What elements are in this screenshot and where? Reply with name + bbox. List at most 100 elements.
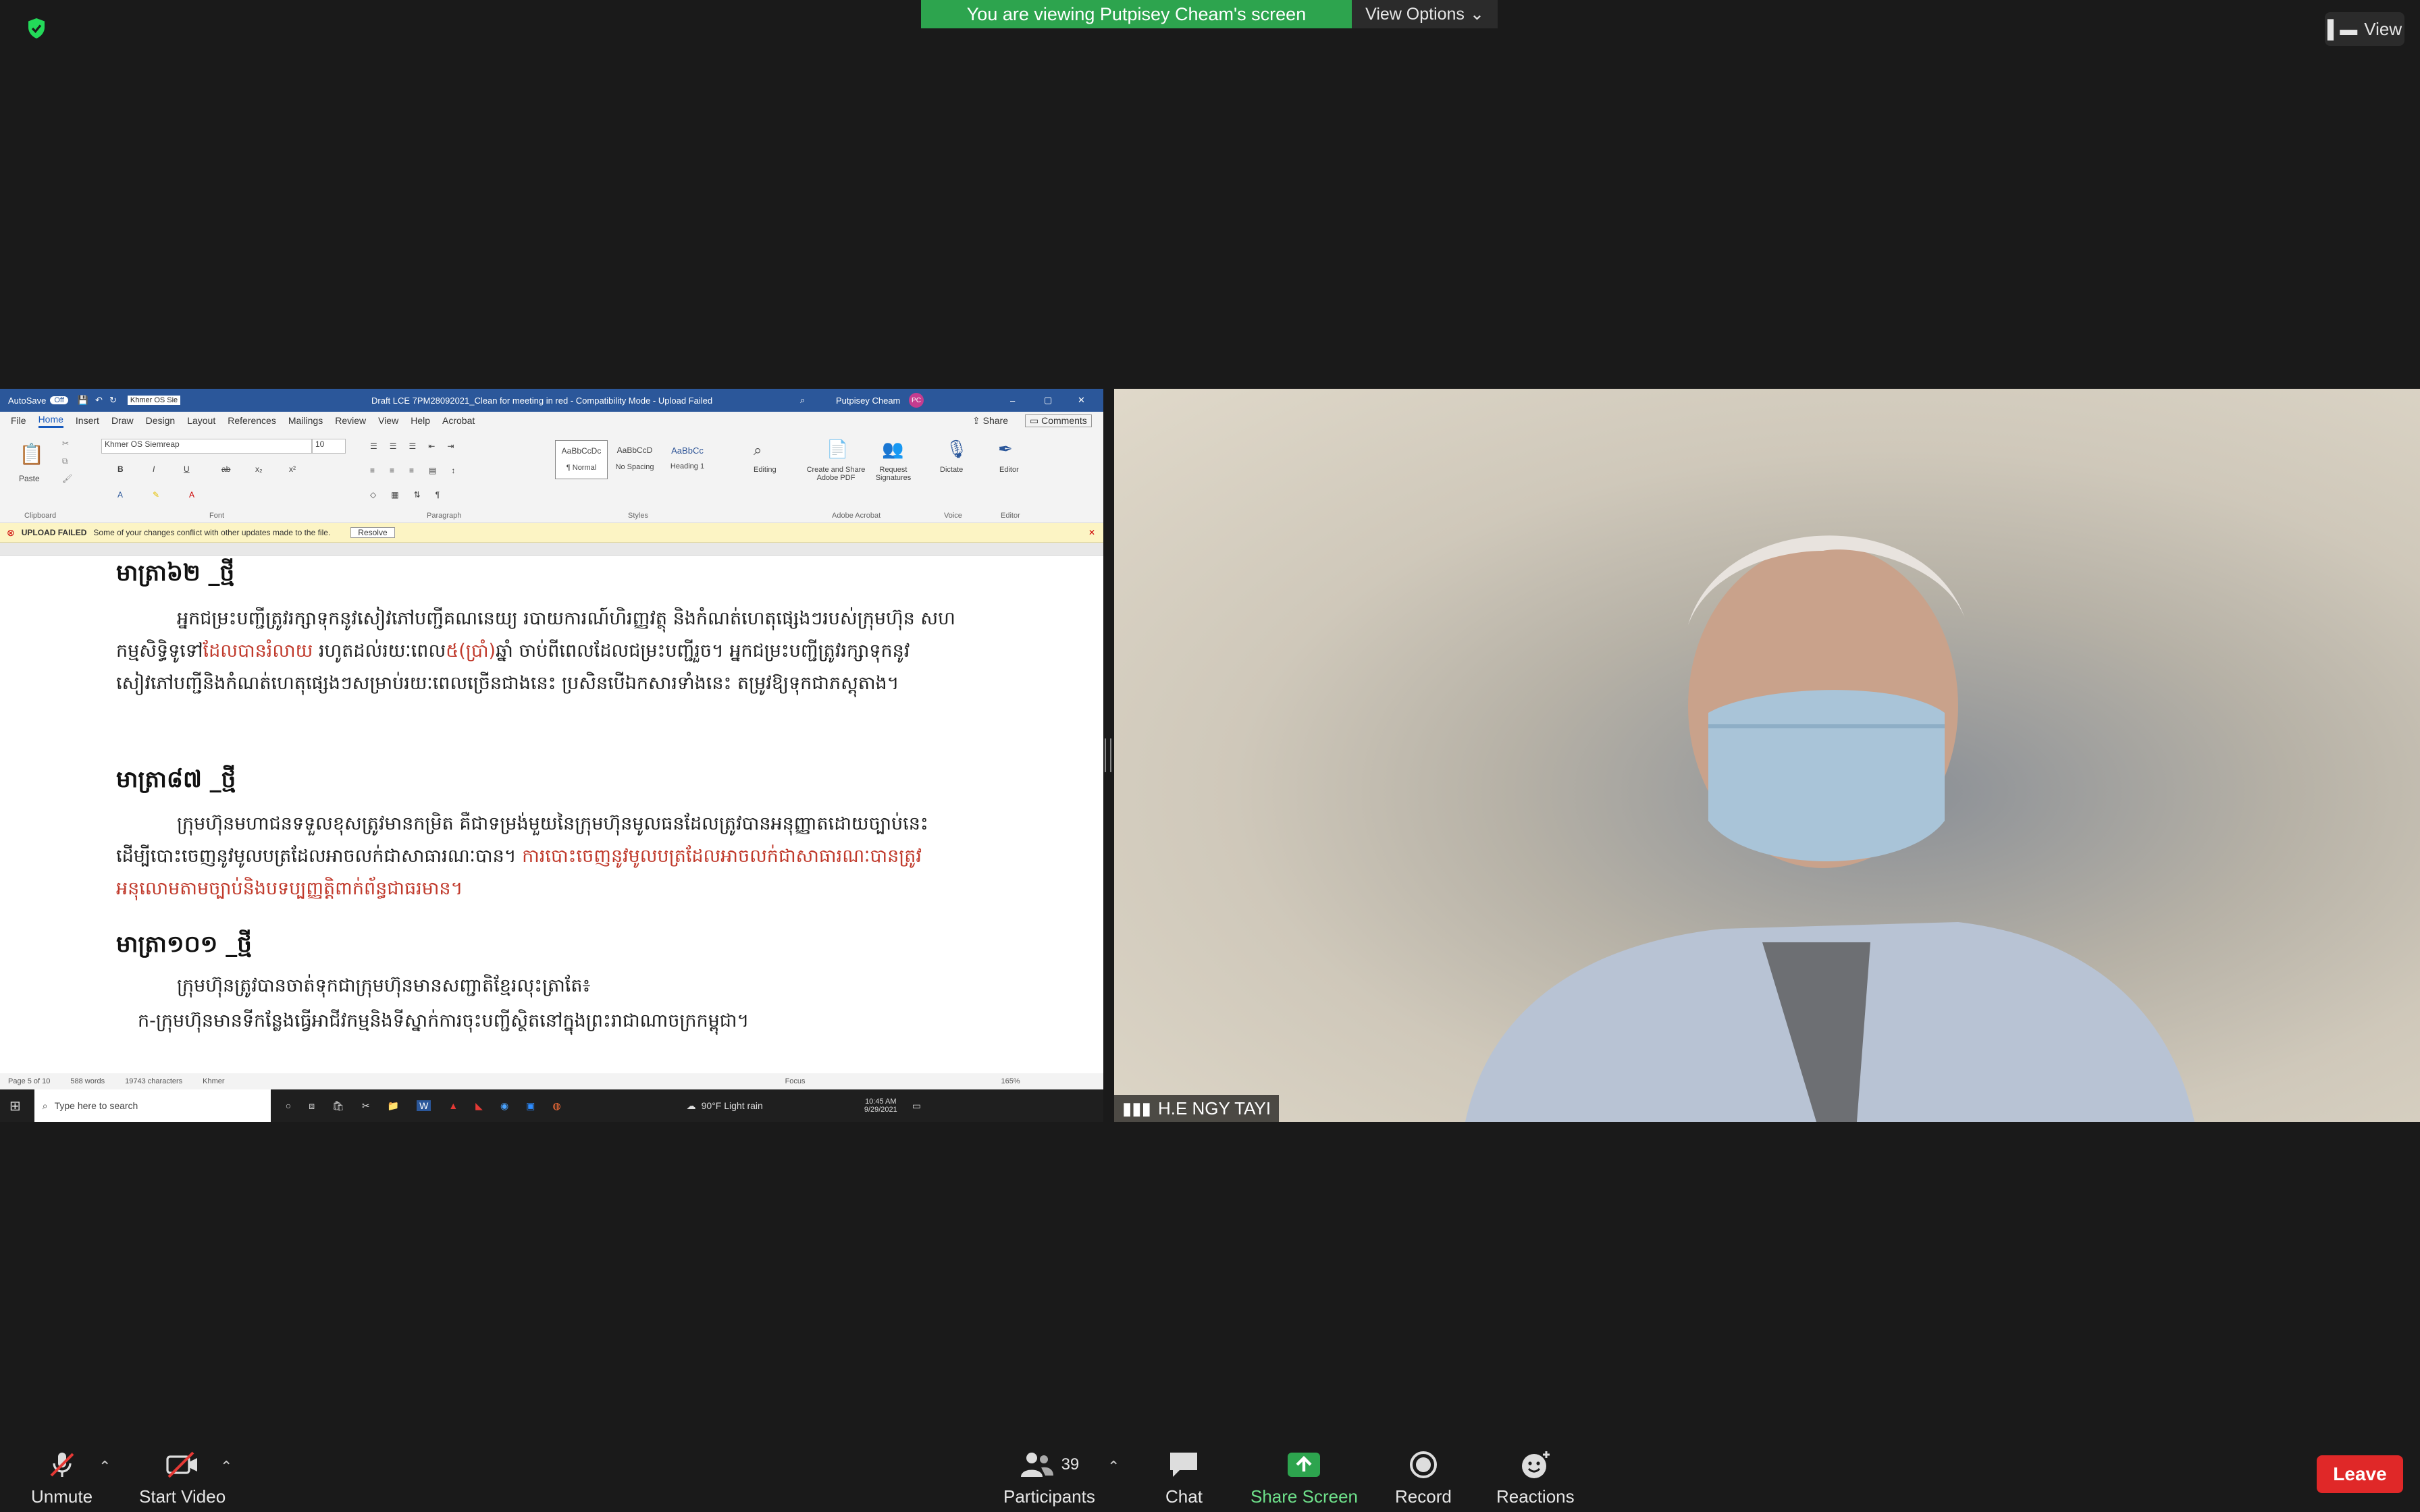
taskbar-clock[interactable]: 10:45 AM 9/29/2021 bbox=[864, 1098, 897, 1114]
edge-app-icon[interactable]: ◉ bbox=[500, 1100, 508, 1112]
tab-file[interactable]: File bbox=[11, 415, 26, 426]
tab-mailings[interactable]: Mailings bbox=[288, 415, 323, 426]
create-pdf-button[interactable]: Create and Share Adobe PDF bbox=[801, 466, 871, 482]
text-effects-icon[interactable]: A bbox=[117, 490, 123, 500]
snip-icon[interactable]: ✂ bbox=[362, 1100, 370, 1112]
tab-review[interactable]: Review bbox=[335, 415, 366, 426]
record-button[interactable]: Record bbox=[1395, 1449, 1452, 1507]
create-pdf-icon[interactable]: 📄 bbox=[826, 439, 848, 460]
audio-options-chevron-icon[interactable]: ⌃ bbox=[99, 1458, 111, 1476]
style-no-spacing[interactable]: AaBbCcD No Spacing bbox=[609, 440, 660, 478]
cut-icon[interactable]: ✂ bbox=[62, 439, 69, 448]
format-painter-icon[interactable]: 🖌 bbox=[62, 474, 72, 483]
request-signatures-button[interactable]: Request Signatures bbox=[871, 466, 916, 482]
file-explorer-icon[interactable]: 📁 bbox=[388, 1100, 399, 1112]
start-video-button[interactable]: Start Video bbox=[139, 1449, 226, 1507]
close-icon[interactable]: ✕ bbox=[1078, 395, 1085, 406]
zoom-level[interactable]: 165% bbox=[1001, 1077, 1020, 1085]
shading-border-icons[interactable]: ◇▦⇅¶ bbox=[370, 490, 454, 500]
editing-button[interactable]: Editing bbox=[754, 466, 777, 474]
leave-button[interactable]: Leave bbox=[2317, 1455, 2403, 1493]
acrobat-app-icon[interactable]: ▲ bbox=[448, 1100, 458, 1111]
quick-font-box[interactable]: Khmer OS Sie bbox=[127, 396, 181, 405]
paste-label[interactable]: Paste bbox=[19, 474, 40, 483]
font-size-box[interactable]: 10 bbox=[312, 439, 346, 454]
strikethrough-icon[interactable]: ab bbox=[221, 464, 230, 474]
save-icon[interactable]: 💾 bbox=[78, 395, 88, 406]
share-button[interactable]: ⇪ Share bbox=[972, 415, 1008, 427]
italic-icon[interactable]: I bbox=[153, 464, 155, 474]
tab-help[interactable]: Help bbox=[411, 415, 430, 426]
tab-layout[interactable]: Layout bbox=[187, 415, 215, 426]
message-close-icon[interactable]: ✕ bbox=[1088, 528, 1095, 537]
copy-icon[interactable]: ⧉ bbox=[62, 456, 68, 466]
superscript-icon[interactable]: x² bbox=[289, 464, 296, 474]
microphone-icon[interactable]: 🎙 bbox=[945, 439, 968, 460]
user-avatar[interactable]: PC bbox=[909, 393, 924, 408]
share-screen-button[interactable]: Share Screen bbox=[1251, 1449, 1358, 1507]
tab-draw[interactable]: Draw bbox=[111, 415, 134, 426]
redo-icon[interactable]: ↻ bbox=[109, 395, 117, 406]
taskbar-search[interactable]: ⌕ Type here to search bbox=[34, 1089, 271, 1122]
style-heading-1[interactable]: AaBbCc Heading 1 bbox=[662, 440, 713, 478]
view-button[interactable]: ▌▬ View bbox=[2325, 12, 2404, 46]
windows-start-icon[interactable]: ⊞ bbox=[9, 1098, 21, 1114]
word-app-icon[interactable]: W bbox=[417, 1100, 431, 1111]
document-title: Draft LCE 7PM28092021_Clean for meeting … bbox=[371, 395, 713, 406]
tab-insert[interactable]: Insert bbox=[76, 415, 99, 426]
reactions-button[interactable]: Reactions bbox=[1496, 1449, 1575, 1507]
store-icon[interactable]: 🛍 bbox=[332, 1100, 344, 1112]
view-options-button[interactable]: View Options ⌄ bbox=[1352, 0, 1498, 28]
tab-references[interactable]: References bbox=[228, 415, 276, 426]
comments-button[interactable]: ▭ Comments bbox=[1025, 414, 1092, 427]
weather-text[interactable]: 90°F Light rain bbox=[702, 1100, 763, 1111]
search-icon[interactable]: ⌕ bbox=[800, 395, 805, 406]
viewing-banner: You are viewing Putpisey Cheam's screen bbox=[921, 0, 1352, 28]
ruler[interactable] bbox=[0, 543, 1103, 556]
split-divider-handle[interactable] bbox=[1105, 738, 1111, 772]
list-icons[interactable]: ☰☰☰⇤⇥ bbox=[370, 441, 466, 451]
unmute-button[interactable]: Unmute bbox=[31, 1449, 93, 1507]
resolve-button[interactable]: Resolve bbox=[350, 527, 395, 538]
task-view-icon[interactable]: ⧈ bbox=[309, 1100, 315, 1112]
view-options-label: View Options bbox=[1365, 4, 1465, 24]
char-count[interactable]: 19743 characters bbox=[125, 1077, 182, 1085]
pdf-app-icon[interactable]: ◣ bbox=[475, 1100, 483, 1112]
cortana-icon[interactable]: ○ bbox=[286, 1100, 291, 1111]
highlight-icon[interactable]: ✎ bbox=[153, 490, 159, 500]
security-shield-icon[interactable] bbox=[24, 16, 49, 40]
font-name-box[interactable]: Khmer OS Siemreap bbox=[101, 439, 312, 454]
bold-icon[interactable]: B bbox=[117, 464, 124, 474]
focus-button[interactable]: Focus bbox=[785, 1077, 806, 1085]
notification-icon[interactable]: ▭ bbox=[912, 1100, 921, 1112]
align-icons[interactable]: ≡≡≡▤↕ bbox=[370, 466, 470, 475]
tab-design[interactable]: Design bbox=[146, 415, 176, 426]
editor-pen-icon[interactable]: ✒ bbox=[998, 439, 1013, 460]
participants-chevron-icon[interactable]: ⌃ bbox=[1107, 1458, 1120, 1476]
tab-acrobat[interactable]: Acrobat bbox=[442, 415, 475, 426]
video-options-chevron-icon[interactable]: ⌃ bbox=[220, 1458, 232, 1476]
editor-button[interactable]: Editor bbox=[999, 466, 1019, 474]
page-count[interactable]: Page 5 of 10 bbox=[8, 1077, 50, 1085]
style-normal[interactable]: AaBbCcDc ¶ Normal bbox=[555, 440, 608, 479]
minimize-icon[interactable]: – bbox=[1010, 396, 1015, 406]
document-page[interactable]: មាត្រា៦២ _ថ្មី អ្នកជម្រះបញ្ជីត្រូវរក្សាទ… bbox=[0, 556, 1103, 1060]
dictate-button[interactable]: Dictate bbox=[940, 466, 963, 474]
tab-home[interactable]: Home bbox=[38, 414, 63, 428]
tab-view[interactable]: View bbox=[378, 415, 398, 426]
request-signature-icon[interactable]: 👥 bbox=[882, 439, 903, 460]
subscript-icon[interactable]: x₂ bbox=[255, 464, 263, 474]
underline-icon[interactable]: U bbox=[184, 464, 190, 474]
font-color-icon[interactable]: A bbox=[189, 490, 194, 500]
language[interactable]: Khmer bbox=[203, 1077, 224, 1085]
zoom-app-icon[interactable]: ▣ bbox=[526, 1100, 535, 1112]
paste-icon[interactable]: 📋 bbox=[19, 443, 44, 466]
autosave-toggle[interactable]: Off bbox=[50, 396, 68, 404]
undo-icon[interactable]: ↶ bbox=[95, 395, 103, 406]
word-count[interactable]: 588 words bbox=[70, 1077, 105, 1085]
find-icon[interactable]: ⌕ bbox=[754, 441, 762, 459]
restore-icon[interactable]: ▢ bbox=[1044, 395, 1052, 406]
participants-button[interactable]: 39 Participants bbox=[1003, 1449, 1095, 1507]
firefox-app-icon[interactable]: ◍ bbox=[552, 1100, 560, 1112]
chat-button[interactable]: Chat bbox=[1165, 1449, 1203, 1507]
